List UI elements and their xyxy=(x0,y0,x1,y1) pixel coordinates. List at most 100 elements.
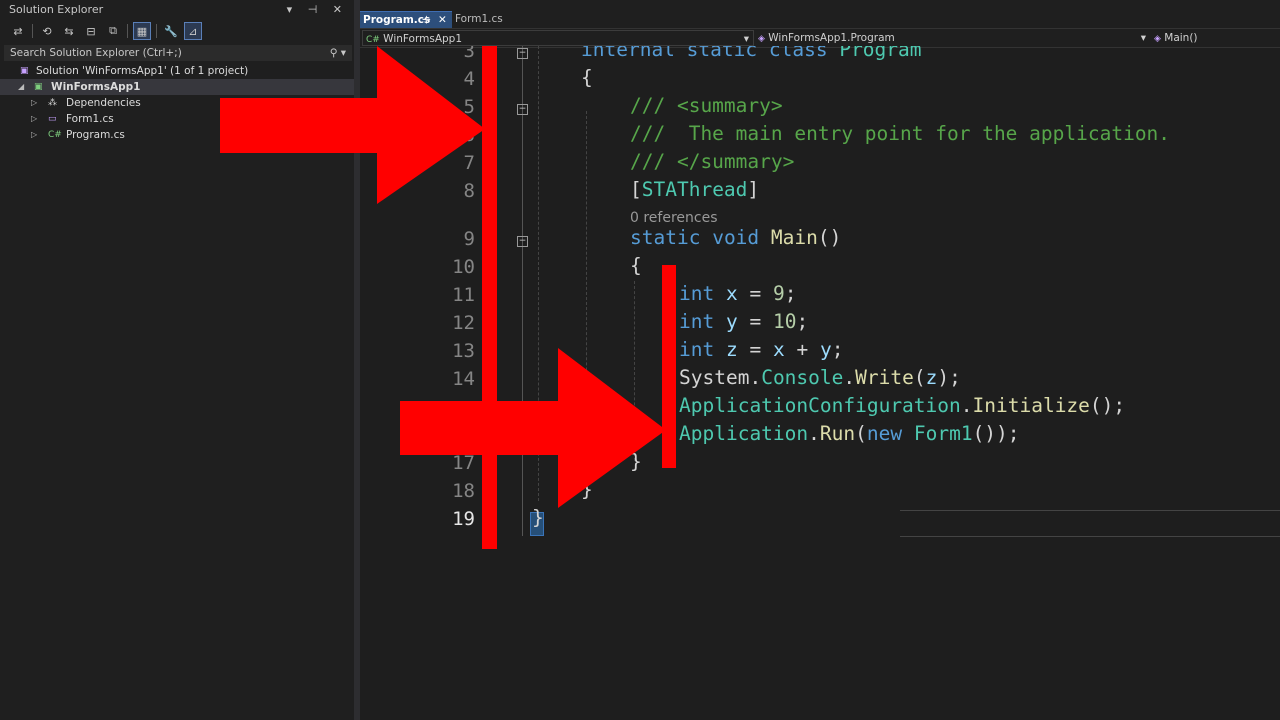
panel-window-buttons[interactable]: ▾ ⊣ ✕ xyxy=(287,0,348,20)
line-number-current: 19 xyxy=(452,508,475,530)
search-placeholder: Search Solution Explorer (Ctrl+;) xyxy=(10,47,182,59)
member-dropdown-value: Main() xyxy=(1164,32,1198,44)
line-number: 11 xyxy=(452,284,475,306)
current-line-border xyxy=(900,510,1280,511)
method-name: Initialize xyxy=(972,394,1090,417)
parens: () xyxy=(817,226,842,249)
show-all-files-icon[interactable]: ▦ xyxy=(133,22,151,40)
annotation-arrow-bottom xyxy=(400,348,666,508)
codelens-references[interactable]: 0 references xyxy=(630,210,718,226)
tree-item-label: Form1.cs xyxy=(66,113,114,125)
form-icon: ▭ xyxy=(48,114,57,124)
code-line-16: Application.Run(new Form1()); xyxy=(679,422,1020,445)
variable: z xyxy=(925,366,938,389)
copy-icon[interactable]: ⧉ xyxy=(105,23,121,39)
member-dropdown[interactable]: ◈ Main() xyxy=(1154,30,1278,46)
bracket: [ xyxy=(630,178,642,201)
switch-views-icon[interactable]: ⇄ xyxy=(10,23,26,39)
code-line-14: System.Console.Write(z); xyxy=(679,366,961,389)
editor-tab-strip: Program.cs ⊹ ✕ Form1.cs xyxy=(360,0,1280,28)
dot: . xyxy=(843,366,856,389)
dot: . xyxy=(960,394,973,417)
current-line-border xyxy=(900,536,1280,537)
dot: . xyxy=(808,422,820,445)
navigation-bar: C# WinFormsApp1 ▾ ◈ WinFormsApp1.Program… xyxy=(360,28,1280,48)
solution-explorer-title-bar: Solution Explorer ▾ ⊣ ✕ xyxy=(0,0,354,20)
pin-icon[interactable]: ⊹ xyxy=(422,12,431,28)
solution-icon: ▣ xyxy=(20,66,29,76)
solution-explorer-toolbar: ⇄ ⟲ ⇆ ⊟ ⧉ ▦ 🔧 ⊿ xyxy=(0,20,354,42)
expand-down-icon[interactable]: ◢ xyxy=(18,79,24,95)
collapse-icon[interactable]: − xyxy=(517,236,528,247)
expand-right-icon[interactable]: ▷ xyxy=(31,127,37,143)
toolbar-separator xyxy=(32,24,33,38)
bracket: ] xyxy=(747,178,760,201)
number: 9 xyxy=(772,282,785,305)
class-icon: ◈ xyxy=(758,34,765,44)
line-number: 9 xyxy=(463,228,475,250)
chevron-down-icon: ▾ xyxy=(743,33,749,45)
dot: . xyxy=(749,366,762,389)
paren: ); xyxy=(937,366,961,389)
collapse-all-icon[interactable]: ⊟ xyxy=(83,23,99,39)
variable: x xyxy=(725,282,738,305)
arrow-shape xyxy=(220,46,485,204)
code-line-9: static void Main() xyxy=(630,226,841,249)
csharp-project-icon: ▣ xyxy=(34,82,43,92)
code-line-4: { xyxy=(581,66,593,89)
toolbar-separator xyxy=(127,24,128,38)
properties-wrench-icon[interactable]: 🔧 xyxy=(163,23,179,39)
keyword: static xyxy=(630,226,701,249)
variable: y xyxy=(819,338,832,361)
tab-label: Form1.cs xyxy=(455,13,503,25)
toolbar-separator xyxy=(156,24,157,38)
tab-program-cs[interactable]: Program.cs ⊹ ✕ xyxy=(360,11,452,28)
code-line-8: [STAThread] xyxy=(630,178,759,201)
operator: = xyxy=(737,282,773,305)
tree-item-label: Program.cs xyxy=(66,129,125,141)
expand-right-icon[interactable]: ▷ xyxy=(31,111,37,127)
keyword: class xyxy=(768,46,828,61)
close-icon[interactable]: ✕ xyxy=(438,12,447,28)
code-line-12: int y = 10; xyxy=(679,310,808,333)
keyword: int xyxy=(679,338,715,361)
class-name: Form1 xyxy=(913,422,973,445)
expand-right-icon[interactable]: ▷ xyxy=(31,95,37,111)
tab-label: Program.cs xyxy=(363,14,431,26)
paren: ()); xyxy=(972,422,1020,445)
preview-icon[interactable]: ⊿ xyxy=(184,22,202,40)
line-number: 10 xyxy=(452,256,475,278)
semicolon: ; xyxy=(796,310,809,333)
solution-explorer-title: Solution Explorer xyxy=(9,3,104,16)
paren: ( xyxy=(913,366,926,389)
history-icon[interactable]: ⟲ xyxy=(39,23,55,39)
tab-form1-cs[interactable]: Form1.cs xyxy=(452,11,532,28)
paren: ( xyxy=(855,422,867,445)
annotation-arrow-top xyxy=(220,46,485,204)
project-dropdown-value: WinFormsApp1 xyxy=(383,33,463,45)
keyword: static xyxy=(686,46,758,61)
chevron-down-icon: ▾ xyxy=(1140,32,1146,44)
method-name: Write xyxy=(855,366,914,389)
keyword: int xyxy=(679,282,715,305)
sync-icon[interactable]: ⇆ xyxy=(61,23,77,39)
csharp-file-icon: C# xyxy=(48,130,62,140)
line-number: 12 xyxy=(452,312,475,334)
semicolon: ; xyxy=(784,282,797,305)
type-dropdown[interactable]: ◈ WinFormsApp1.Program ▾ xyxy=(758,30,1150,46)
collapse-icon[interactable]: − xyxy=(517,48,528,59)
code-line-7: /// </summary> xyxy=(630,150,795,173)
code-line-15: ApplicationConfiguration.Initialize(); xyxy=(679,394,1125,417)
code-line-10: { xyxy=(630,254,642,277)
csharp-project-icon: C# xyxy=(366,35,380,45)
code-line-5: /// <summary> xyxy=(630,94,783,117)
tree-item-label: Solution 'WinFormsApp1' (1 of 1 project) xyxy=(36,65,249,77)
operator: = xyxy=(737,338,773,361)
paren: (); xyxy=(1089,394,1126,417)
project-dropdown[interactable]: C# WinFormsApp1 ▾ xyxy=(362,30,754,46)
keyword: new xyxy=(866,422,903,445)
collapse-icon[interactable]: − xyxy=(517,104,528,115)
class-name: Console xyxy=(761,366,844,389)
tree-item-label: Dependencies xyxy=(66,97,141,109)
class-name: Program xyxy=(839,46,922,61)
